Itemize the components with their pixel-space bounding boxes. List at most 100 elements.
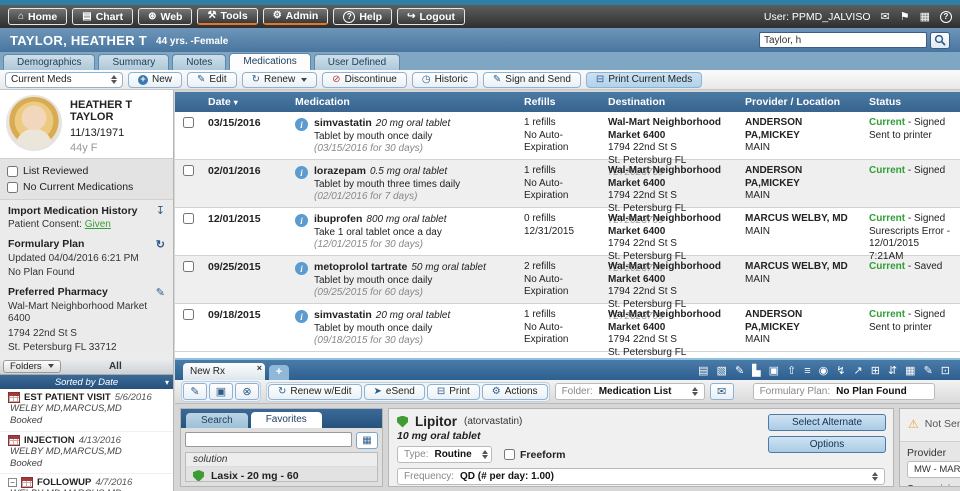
target-icon[interactable]: ◉	[819, 364, 829, 377]
select-alternate-button[interactable]: Select Alternate	[768, 414, 886, 431]
tab-favorites[interactable]: Favorites	[250, 412, 322, 428]
esend-button[interactable]: ➤ eSend	[363, 383, 425, 400]
table-row[interactable]: 02/01/2016 i lorazepam 0.5 mg oral tablet…	[175, 160, 960, 226]
print-current-meds-button[interactable]: ⊟ Print Current Meds	[585, 71, 703, 88]
header-refills[interactable]: Refills	[518, 96, 602, 108]
patient-search-input[interactable]	[759, 32, 927, 48]
row-checkbox[interactable]	[183, 213, 194, 224]
table-row[interactable]: 09/25/2015 i metoprolol tartrate 50 mg or…	[175, 256, 960, 322]
tab-summary[interactable]: Summary	[98, 54, 170, 70]
historic-button[interactable]: ◷ Historic	[411, 71, 478, 88]
close-icon[interactable]: ×	[257, 363, 262, 373]
report-icon[interactable]: ▤	[698, 364, 708, 377]
fax-icon[interactable]: ▦	[920, 10, 930, 23]
tasks-icon[interactable]: ⚑	[900, 10, 910, 23]
folder-select[interactable]: Folder: Medication List	[554, 383, 705, 400]
renew-edit-button[interactable]: ↻ Renew w/Edit	[268, 383, 362, 400]
tab-user-defined[interactable]: User Defined	[313, 54, 401, 70]
appointment-item[interactable]: EST PATIENT VISIT 5/6/2016 WELBY MD,MARCU…	[0, 389, 173, 432]
row-checkbox[interactable]	[183, 117, 194, 128]
sort-icon[interactable]: ⇵	[888, 364, 897, 377]
nav-tools[interactable]: ⚒ Tools	[197, 8, 258, 25]
tab-demographics[interactable]: Demographics	[3, 54, 96, 70]
help-circle-icon[interactable]: ?	[940, 10, 952, 23]
list-item[interactable]: Lasix - 20 mg - 60 Lasix 20 mg oral tabl…	[186, 467, 377, 481]
sign-send-button[interactable]: ✎ Sign and Send	[482, 71, 581, 88]
fullscreen-icon[interactable]: ⊡	[941, 364, 950, 377]
header-destination[interactable]: Destination	[602, 96, 739, 108]
renew-button[interactable]: ↻ Renew	[241, 71, 318, 88]
chart-icon[interactable]: ▙	[752, 364, 760, 377]
annotate-icon[interactable]: ✎	[735, 364, 744, 377]
nav-help[interactable]: ? Help	[333, 8, 393, 25]
grid-icon[interactable]: ⊞	[871, 364, 880, 377]
edit-pharmacy-icon[interactable]: ✎	[156, 286, 165, 299]
meds-filter-select[interactable]: Current Meds	[5, 71, 123, 88]
frequency-select[interactable]: Frequency: QD (# per day: 1.00)	[397, 468, 885, 485]
header-date[interactable]: Date ▾	[202, 96, 289, 108]
bolt-icon[interactable]: ↯	[836, 364, 845, 377]
appointment-item[interactable]: −FOLLOWUP4/7/2016 WELBY MD,MARCUS,MD	[0, 474, 173, 491]
table-icon[interactable]: ▦	[905, 364, 915, 377]
row-checkbox[interactable]	[183, 309, 194, 320]
menu-icon[interactable]: ≡	[804, 365, 810, 377]
table-row[interactable]: 03/15/2016 i simvastatin 20 mg oral table…	[175, 112, 960, 178]
header-provider-location[interactable]: Provider / Location	[739, 96, 863, 108]
info-icon[interactable]: i	[295, 262, 308, 275]
nav-web[interactable]: ⊛ Web	[138, 8, 193, 25]
list-reviewed-checkbox[interactable]	[7, 165, 18, 177]
no-current-meds-checkbox[interactable]	[7, 181, 18, 193]
rx-panel: New Rx× + ▤ ▧ ✎ ▙ ▣ ⇧ ≡ ◉ ↯ ↗ ⊞ ⇵ ▦ ✎ ⊡	[175, 358, 960, 491]
nav-logout[interactable]: ↪ Logout	[397, 8, 466, 25]
collapse-icon[interactable]: −	[8, 478, 17, 488]
mail-button[interactable]: ✉	[709, 383, 734, 400]
save-favorite-button[interactable]: ▦	[356, 432, 378, 449]
import-icon[interactable]: ↧	[156, 204, 165, 217]
print-rx-button[interactable]: ⊟ Print	[426, 383, 480, 400]
tab-notes[interactable]: Notes	[172, 54, 227, 70]
new-rx-tab[interactable]: New Rx ×	[183, 363, 265, 380]
upload-icon[interactable]: ⇧	[787, 364, 796, 377]
add-tab-button[interactable]: +	[269, 365, 289, 380]
folders-button[interactable]: Folders	[3, 359, 61, 373]
info-icon[interactable]: i	[295, 214, 308, 227]
nav-admin[interactable]: ⚙ Admin	[262, 8, 329, 25]
header-status[interactable]: Status	[863, 96, 960, 108]
info-icon[interactable]: i	[295, 118, 308, 131]
cancel-rx-button[interactable]: ⊗	[235, 383, 259, 400]
note-icon[interactable]: ▣	[769, 364, 779, 377]
freeform-checkbox[interactable]	[504, 449, 515, 460]
inbox-icon[interactable]: ✉	[881, 10, 890, 23]
actions-button[interactable]: ⚙ Actions	[481, 383, 548, 400]
compose-icon[interactable]: ✎	[924, 364, 933, 377]
new-button[interactable]: + New	[128, 71, 183, 88]
options-button[interactable]: Options	[768, 436, 886, 453]
sign-rx-button[interactable]: ✎	[183, 383, 207, 400]
image-icon[interactable]: ▧	[717, 364, 727, 377]
header-medication[interactable]: Medication	[289, 96, 518, 108]
tab-search[interactable]: Search	[186, 413, 248, 428]
table-row[interactable]: 12/01/2015 i ibuprofen 800 mg oral tablet…	[175, 208, 960, 274]
row-checkbox[interactable]	[183, 261, 194, 272]
appointments-sort-bar[interactable]: Sorted by Date ▾	[0, 375, 173, 389]
save-rx-button[interactable]: ▣	[209, 383, 233, 400]
nav-home[interactable]: ⌂ Home	[8, 8, 68, 25]
provider-select[interactable]: MW - MARCUS WELBY, MD	[907, 461, 960, 478]
growth-icon[interactable]: ↗	[854, 364, 863, 377]
nav-chart[interactable]: ▤ Chart	[72, 8, 134, 25]
rx-status-panel: ⚠ Not Sent or Printed Provider MW - MARC…	[899, 408, 960, 487]
info-icon[interactable]: i	[295, 166, 308, 179]
home-icon: ⌂	[18, 10, 25, 22]
info-icon[interactable]: i	[295, 310, 308, 323]
tab-medications[interactable]: Medications	[229, 53, 311, 70]
edit-button[interactable]: ✎ Edit	[187, 71, 237, 88]
table-row[interactable]: 09/18/2015 i simvastatin 20 mg oral table…	[175, 304, 960, 358]
favorites-search-input[interactable]	[185, 432, 352, 447]
appointment-item[interactable]: INJECTION 4/13/2016 WELBY MD,MARCUS,MD Bo…	[0, 432, 173, 475]
discontinue-button[interactable]: ⊘ Discontinue	[322, 71, 407, 88]
type-select[interactable]: Type: Routine	[397, 446, 492, 463]
row-checkbox[interactable]	[183, 165, 194, 176]
refresh-icon[interactable]: ↻	[156, 238, 165, 251]
search-button[interactable]	[930, 31, 950, 49]
consent-given-link[interactable]: Given	[85, 219, 111, 230]
